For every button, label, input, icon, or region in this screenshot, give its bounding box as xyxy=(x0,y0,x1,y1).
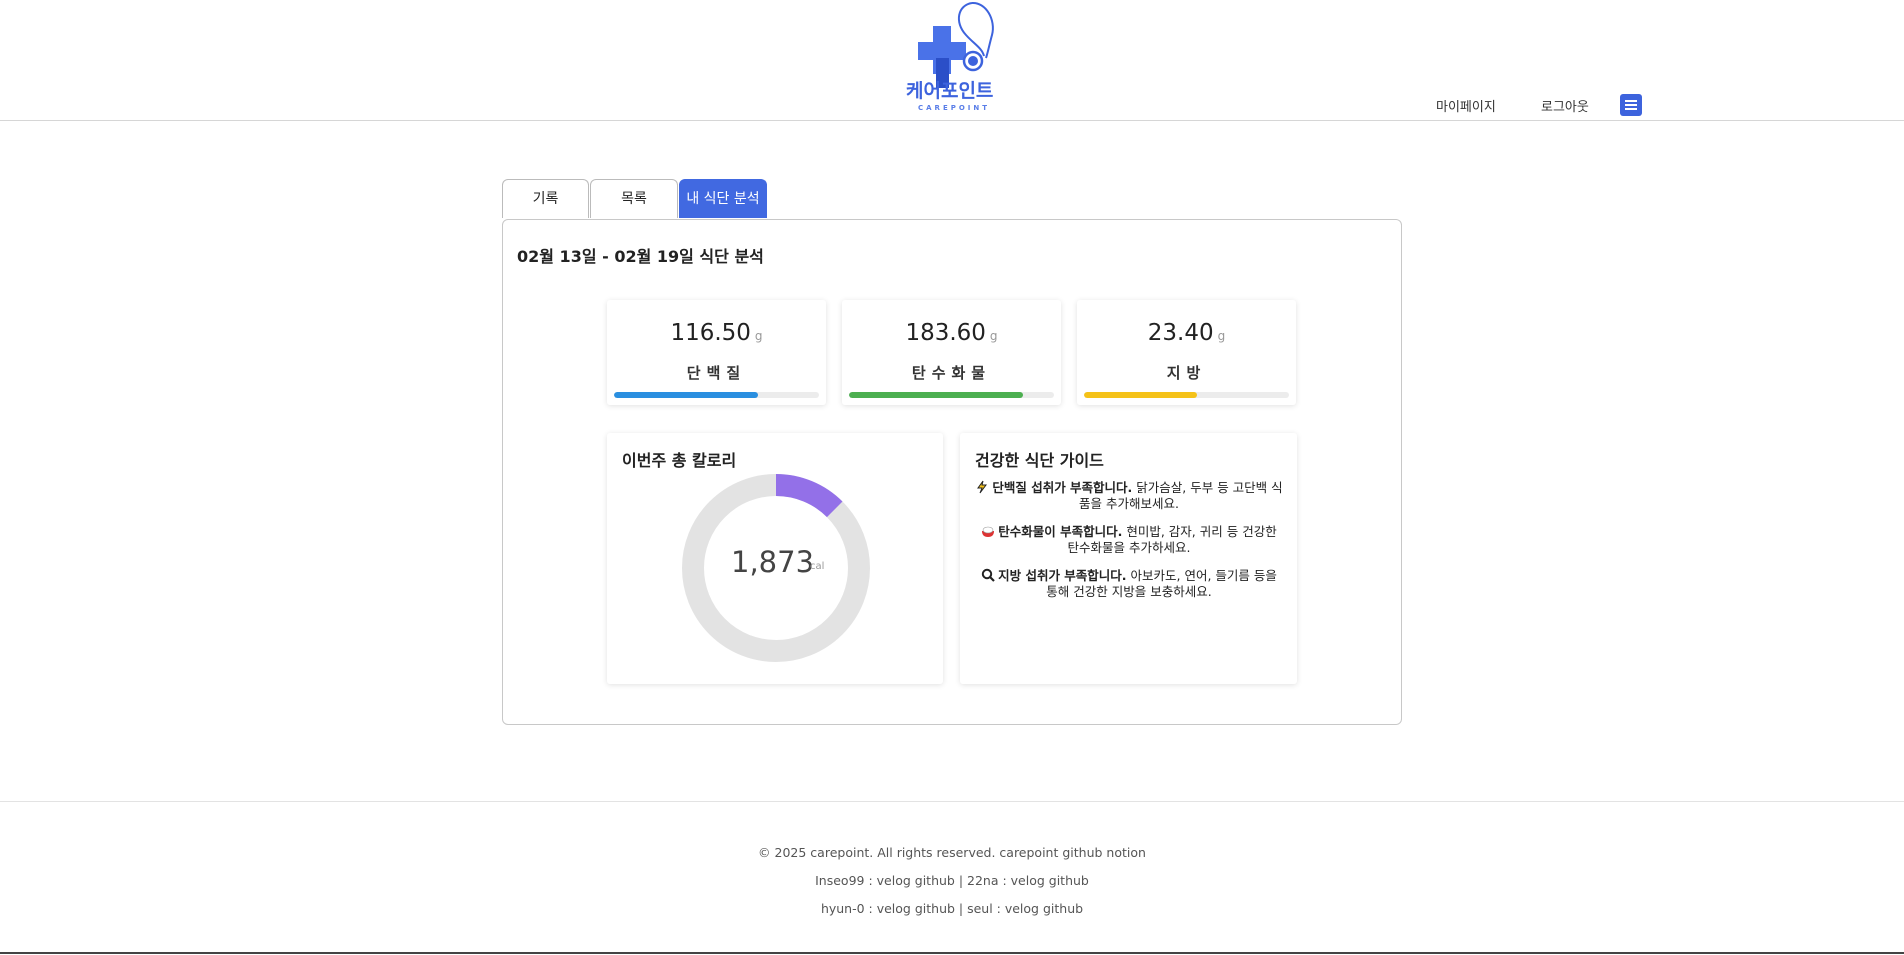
footer-copyright[interactable]: © 2025 carepoint. All rights reserved. c… xyxy=(0,845,1904,860)
guide-item-fat: 지방 섭취가 부족합니다. 아보카도, 연어, 들기름 등을 통해 건강한 지방… xyxy=(975,568,1283,600)
footer-team-line-2[interactable]: hyun-0 : velog github | seul : velog git… xyxy=(0,901,1904,916)
fat-card: 23.40 g 지방 xyxy=(1077,300,1296,405)
fat-progress-track xyxy=(1084,392,1289,398)
logo-subtext: CAREPOINT xyxy=(918,104,991,112)
carbs-card: 183.60 g 탄수화물 xyxy=(842,300,1061,405)
fat-unit: g xyxy=(1217,329,1226,343)
calories-card: 이번주 총 칼로리 1,873 cal xyxy=(607,433,943,684)
protein-value-line: 116.50 g xyxy=(607,320,826,346)
protein-unit: g xyxy=(754,329,763,343)
logo-text: 케어포인트 xyxy=(906,80,994,102)
carbs-progress-fill xyxy=(849,392,1024,398)
guide-fat-bold: 지방 섭취가 부족합니다. xyxy=(998,568,1127,583)
magnifier-icon xyxy=(981,568,995,582)
protein-label: 단백질 xyxy=(686,364,747,382)
protein-value: 116.50 xyxy=(670,320,751,346)
carbs-unit: g xyxy=(989,329,998,343)
site-header: 케어포인트 CAREPOINT 마이페이지 로그아웃 xyxy=(0,0,1904,121)
rice-bowl-icon xyxy=(982,526,995,537)
mypage-link[interactable]: 마이페이지 xyxy=(1436,96,1496,115)
guide-carbs-bold: 탄수화물이 부족합니다. xyxy=(998,524,1123,539)
lightning-icon xyxy=(977,480,988,494)
calories-title: 이번주 총 칼로리 xyxy=(622,451,737,470)
tab-diet-analysis[interactable]: 내 식단 분석 xyxy=(679,179,767,218)
carbs-label: 탄수화물 xyxy=(911,364,992,382)
tab-list[interactable]: 목록 xyxy=(590,179,678,218)
protein-progress-fill xyxy=(614,392,758,398)
fat-value: 23.40 xyxy=(1147,320,1214,346)
analysis-range-title: 02월 13일 - 02월 19일 식단 분석 xyxy=(517,247,764,266)
tab-record[interactable]: 기록 xyxy=(502,179,589,218)
logout-link[interactable]: 로그아웃 xyxy=(1541,96,1589,115)
protein-progress-track xyxy=(614,392,819,398)
fat-progress-fill xyxy=(1084,392,1197,398)
fat-value-line: 23.40 g xyxy=(1077,320,1296,346)
hamburger-icon[interactable] xyxy=(1620,94,1642,116)
carbs-value: 183.60 xyxy=(905,320,986,346)
calories-unit: cal xyxy=(810,561,825,572)
guide-protein-bold: 단백질 섭취가 부족합니다. xyxy=(992,480,1133,495)
carbs-progress-track xyxy=(849,392,1054,398)
guide-item-carbs: 탄수화물이 부족합니다. 현미밥, 감자, 귀리 등 건강한 탄수화물을 추가하… xyxy=(975,524,1283,556)
diet-guide-card: 건강한 식단 가이드 단백질 섭취가 부족합니다. 닭가슴살, 두부 등 고단백… xyxy=(960,433,1297,684)
fat-label: 지방 xyxy=(1166,364,1207,382)
guide-item-protein: 단백질 섭취가 부족합니다. 닭가슴살, 두부 등 고단백 식품을 추가해보세요… xyxy=(975,480,1283,512)
carbs-value-line: 183.60 g xyxy=(842,320,1061,346)
diet-guide-title: 건강한 식단 가이드 xyxy=(975,451,1104,470)
site-footer: © 2025 carepoint. All rights reserved. c… xyxy=(0,801,1904,955)
footer-team-line-1[interactable]: Inseo99 : velog github | 22na : velog gi… xyxy=(0,873,1904,888)
protein-card: 116.50 g 단백질 xyxy=(607,300,826,405)
calories-value: 1,873 xyxy=(731,545,815,579)
